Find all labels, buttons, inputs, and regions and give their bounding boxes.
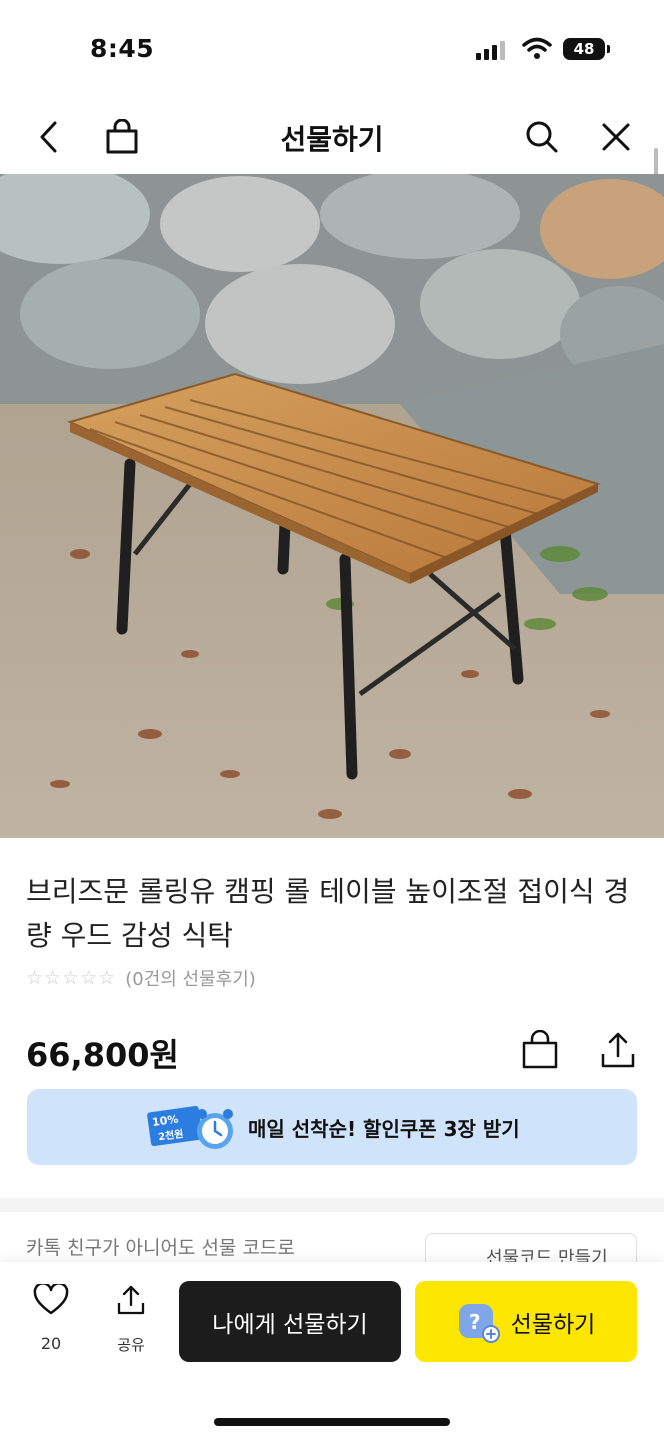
search-icon <box>526 121 558 153</box>
send-gift-button[interactable]: ? 선물하기 <box>415 1281 637 1362</box>
review-count: (0건의 선물후기) <box>125 969 256 990</box>
star-icon: ☆ <box>98 967 116 989</box>
product-title: 브리즈문 롤링유 캠핑 롤 테이블 높이조절 접이식 경량 우드 감성 식탁 <box>26 875 630 952</box>
share-icon <box>601 1032 635 1068</box>
star-icon: ☆ <box>44 967 62 989</box>
gift-to-myself-button[interactable]: 나에게 선물하기 <box>179 1281 401 1362</box>
gift-friend-icon: ? <box>458 1303 500 1343</box>
battery-indicator: 48 <box>563 38 610 60</box>
section-divider <box>0 1198 664 1212</box>
close-icon <box>602 123 630 151</box>
heart-icon <box>33 1282 69 1315</box>
review-summary[interactable]: ☆ ☆ ☆ ☆ ☆ (0건의 선물후기) <box>26 965 256 991</box>
status-time: 8:45 <box>90 34 155 63</box>
top-navigation: 선물하기 <box>0 100 664 174</box>
product-image[interactable] <box>0 174 664 838</box>
gift-code-description: 카톡 친구가 아니어도 선물 코드로 <box>26 1237 295 1259</box>
star-icon: ☆ <box>80 967 98 989</box>
coupon-clock-icon: 10% 2천원 <box>147 1105 233 1149</box>
wifi-icon <box>522 37 552 59</box>
add-to-wishbag-button[interactable] <box>520 1029 564 1074</box>
cellular-signal-icon <box>476 38 505 60</box>
bottom-action-bar: 20 공유 나에게 선물하기 ? 선물하기 <box>0 1262 664 1440</box>
like-count: 20 <box>40 1334 62 1353</box>
shopping-bag-icon <box>522 1029 558 1069</box>
search-button[interactable] <box>514 100 570 174</box>
share-button[interactable] <box>598 1030 642 1074</box>
star-icon: ☆ <box>62 967 80 989</box>
star-icon: ☆ <box>26 967 44 989</box>
product-photo <box>0 174 664 838</box>
product-price: 66,800원 <box>26 1036 179 1074</box>
coupon-text: 매일 선착순! 할인쿠폰 3장 받기 <box>248 1117 520 1141</box>
svg-text:?: ? <box>469 1310 481 1334</box>
close-button[interactable] <box>588 100 644 174</box>
share-icon <box>117 1285 145 1315</box>
like-button[interactable]: 20 <box>26 1282 76 1353</box>
status-bar: 8:45 48 <box>0 0 664 100</box>
star-rating: ☆ ☆ ☆ ☆ ☆ <box>26 967 115 989</box>
home-indicator[interactable] <box>214 1418 450 1426</box>
share-bottom-button[interactable]: 공유 <box>106 1284 156 1354</box>
coupon-banner[interactable]: 10% 2천원 매일 선착순! 할인쿠폰 3장 받기 <box>27 1089 637 1165</box>
share-label: 공유 <box>117 1336 145 1354</box>
gift-to-myself-label: 나에게 선물하기 <box>212 1311 368 1338</box>
send-gift-label: 선물하기 <box>510 1311 596 1338</box>
